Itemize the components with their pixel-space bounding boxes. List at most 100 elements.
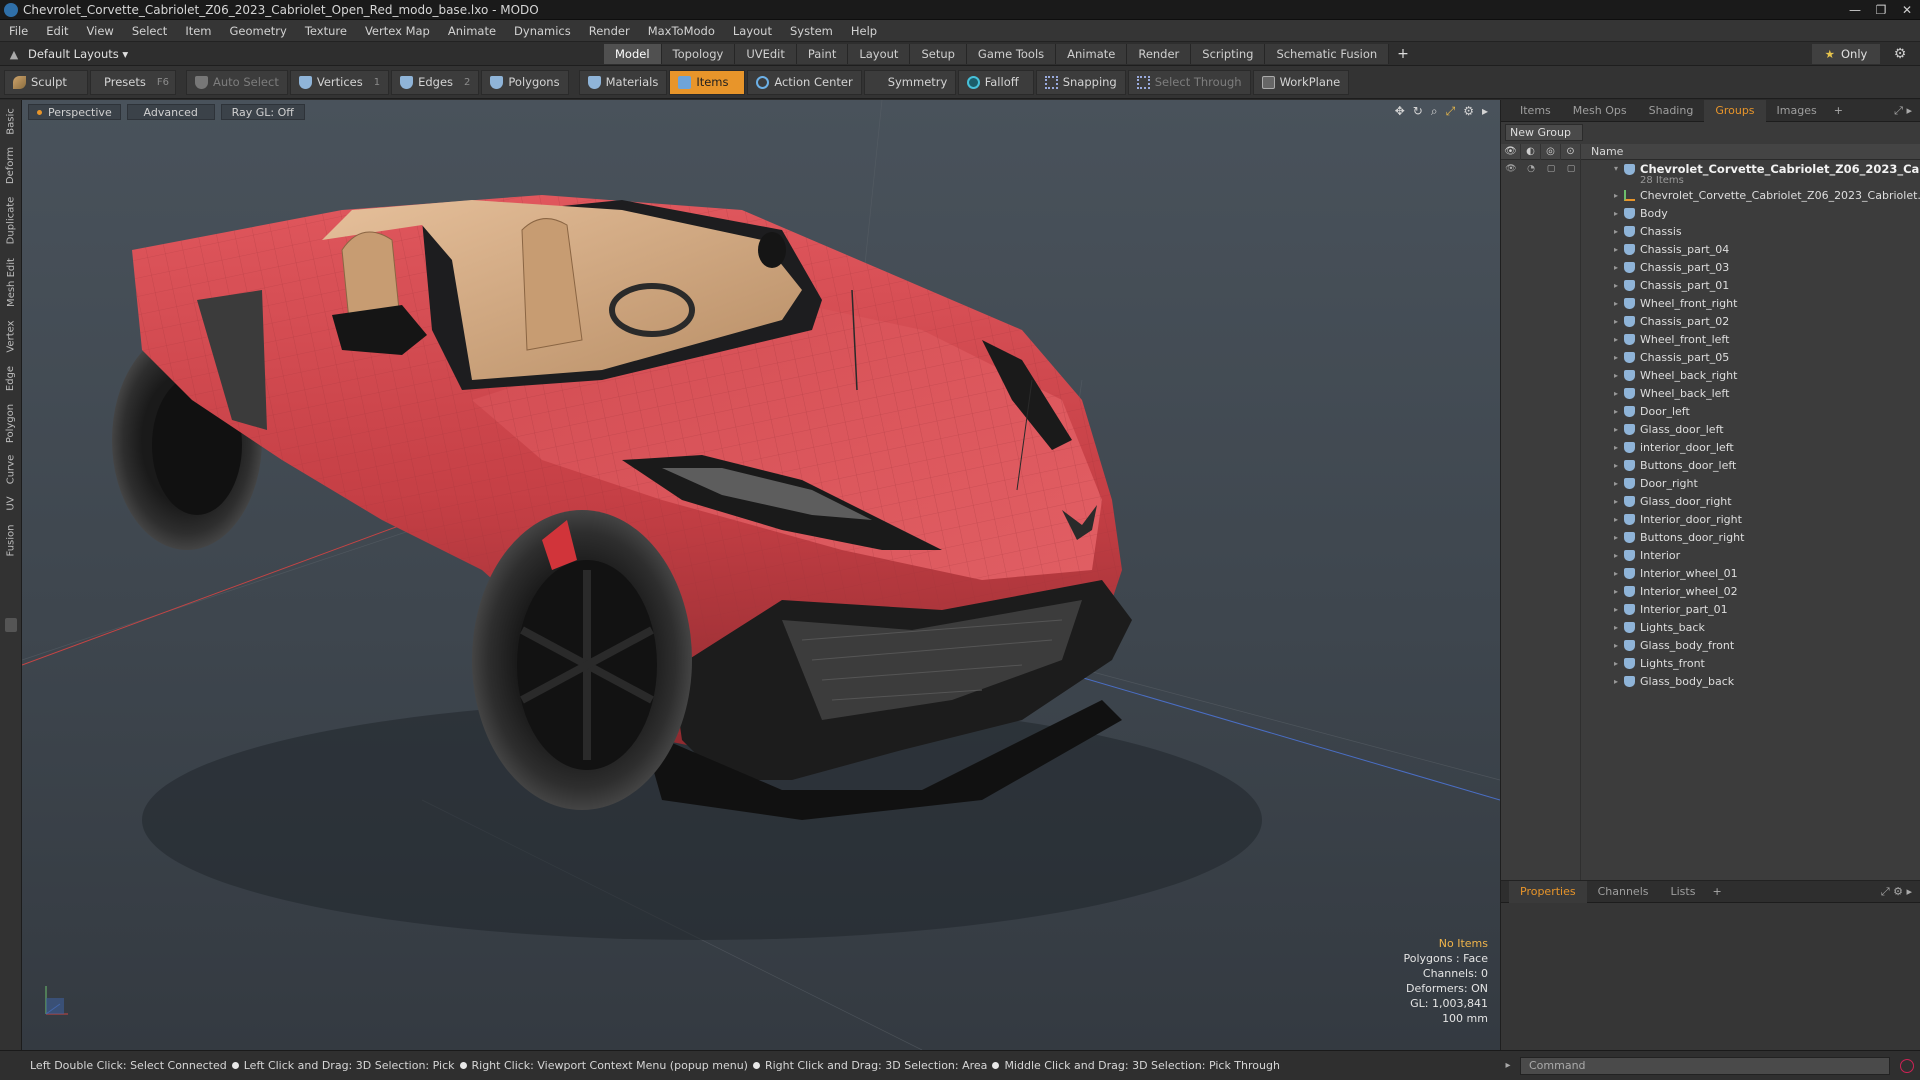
tab-uvedit[interactable]: UVEdit xyxy=(735,44,797,64)
tab-groups[interactable]: Groups xyxy=(1704,99,1766,122)
materials-button[interactable]: Materials xyxy=(578,69,668,95)
list-item[interactable]: ▸ Chassis_part_05 xyxy=(1501,348,1920,366)
list-item[interactable]: ▸ Interior_door_right xyxy=(1501,510,1920,528)
expand-icon[interactable]: ▸ xyxy=(1614,479,1618,488)
expand-icon[interactable]: ▸ xyxy=(1614,569,1618,578)
vtab-duplicate[interactable]: Duplicate xyxy=(3,192,19,248)
expand-icon[interactable]: ▸ xyxy=(1614,227,1618,236)
tab-schematic-fusion[interactable]: Schematic Fusion xyxy=(1265,44,1390,64)
menu-edit[interactable]: Edit xyxy=(37,24,77,38)
menu-texture[interactable]: Texture xyxy=(296,24,356,38)
view-mode-button[interactable]: Perspective xyxy=(28,104,121,120)
expand-icon[interactable]: ▸ xyxy=(1614,281,1618,290)
menu-geometry[interactable]: Geometry xyxy=(221,24,296,38)
expand-icon[interactable]: ▸ xyxy=(1614,209,1618,218)
menu-view[interactable]: View xyxy=(78,24,123,38)
list-item[interactable]: ▸ Glass_body_back xyxy=(1501,672,1920,690)
list-item[interactable]: ▸ Wheel_back_right xyxy=(1501,366,1920,384)
list-item[interactable]: ▸ Chassis_part_04 xyxy=(1501,240,1920,258)
expand-icon[interactable]: ▸ xyxy=(1614,371,1618,380)
expand-icon[interactable]: ▸ xyxy=(1614,425,1618,434)
list-item[interactable]: ▸ Wheel_front_left xyxy=(1501,330,1920,348)
expand-icon[interactable]: ▸ xyxy=(1614,461,1618,470)
list-item[interactable]: ▸ Glass_body_front xyxy=(1501,636,1920,654)
name-column-header[interactable]: Name xyxy=(1581,145,1623,158)
expand-icon[interactable]: ▸ xyxy=(1614,389,1618,398)
layout-selector[interactable]: Default Layouts ▾ xyxy=(28,47,128,61)
polygons-button[interactable]: Polygons xyxy=(481,69,569,95)
vtab-mesh-edit[interactable]: Mesh Edit xyxy=(3,254,19,310)
presets-button[interactable]: Presets F6 xyxy=(90,69,176,95)
menu-layout[interactable]: Layout xyxy=(724,24,781,38)
falloff-button[interactable]: Falloff xyxy=(957,69,1034,95)
properties-options-icon[interactable]: ⤢ ⚙ ▸ xyxy=(1881,885,1912,899)
tab-paint[interactable]: Paint xyxy=(796,44,849,64)
list-item[interactable]: ▸ Wheel_front_right xyxy=(1501,294,1920,312)
move-view-icon[interactable]: ✥ xyxy=(1395,104,1405,119)
list-item[interactable]: ▸ Interior_wheel_01 xyxy=(1501,564,1920,582)
list-item[interactable]: ▸ Buttons_door_left xyxy=(1501,456,1920,474)
tab-images[interactable]: Images xyxy=(1766,100,1828,122)
lock-column-icon[interactable]: ◎ xyxy=(1541,143,1561,160)
shading-mode-button[interactable]: Advanced xyxy=(126,104,215,120)
expand-icon[interactable]: ▸ xyxy=(1614,443,1618,452)
vtab-basic[interactable]: Basic xyxy=(3,104,19,138)
expand-icon[interactable]: ▸ xyxy=(1614,605,1618,614)
list-item[interactable]: ▸ Buttons_door_right xyxy=(1501,528,1920,546)
add-properties-tab-button[interactable]: + xyxy=(1706,881,1727,903)
add-panel-tab-button[interactable]: + xyxy=(1828,100,1849,122)
expand-icon[interactable]: ▸ xyxy=(1614,191,1618,200)
tab-animate[interactable]: Animate xyxy=(1056,44,1128,64)
command-input[interactable]: Command xyxy=(1520,1056,1890,1075)
action-center-button[interactable]: Action Center xyxy=(747,69,862,95)
list-item[interactable]: ▸ Glass_door_right xyxy=(1501,492,1920,510)
collapse-icon[interactable]: ▾ xyxy=(1614,164,1618,173)
expand-icon[interactable]: ▸ xyxy=(1614,533,1618,542)
expand-icon[interactable]: ▸ xyxy=(1614,677,1618,686)
tab-lists[interactable]: Lists xyxy=(1660,881,1707,903)
expand-icon[interactable]: ▸ xyxy=(1614,515,1618,524)
menu-vertex-map[interactable]: Vertex Map xyxy=(356,24,439,38)
list-item[interactable]: ▸ Door_left xyxy=(1501,402,1920,420)
tab-topology[interactable]: Topology xyxy=(661,44,736,64)
expand-icon[interactable]: ▸ xyxy=(1614,263,1618,272)
gear-icon[interactable]: ⚙ xyxy=(1890,44,1910,64)
command-history-icon[interactable]: ▸ xyxy=(1500,1060,1516,1071)
expand-icon[interactable]: ▸ xyxy=(1614,245,1618,254)
layout-pin-icon[interactable]: ▲ xyxy=(0,42,28,66)
tab-setup[interactable]: Setup xyxy=(910,44,967,64)
new-group-button[interactable]: New Group xyxy=(1505,124,1583,141)
list-item[interactable]: ▸ Lights_front xyxy=(1501,654,1920,672)
list-item[interactable]: ▸ Interior_part_01 xyxy=(1501,600,1920,618)
expand-icon[interactable]: ▸ xyxy=(1614,551,1618,560)
expand-icon[interactable]: ▸ xyxy=(1614,587,1618,596)
vtab-fusion[interactable]: Fusion xyxy=(3,520,19,560)
tab-scripting[interactable]: Scripting xyxy=(1191,44,1266,64)
items-button[interactable]: Items xyxy=(669,69,746,95)
vtab-uv[interactable]: UV xyxy=(3,492,19,514)
visibility-column-icon[interactable]: 👁 xyxy=(1501,143,1521,160)
render-column-icon[interactable]: ◐ xyxy=(1521,143,1541,160)
edges-button[interactable]: Edges 2 xyxy=(391,69,480,95)
menu-item[interactable]: Item xyxy=(176,24,220,38)
zoom-view-icon[interactable]: ⌕ xyxy=(1431,104,1438,119)
tab-model[interactable]: Model xyxy=(604,44,662,64)
group-row[interactable]: 👁 ◔ ▢ ▢ ▾ Chevrolet_Corvette_Cabriolet_Z06_… xyxy=(1501,160,1920,186)
tab-properties[interactable]: Properties xyxy=(1509,880,1587,903)
list-item[interactable]: ▸ Body xyxy=(1501,204,1920,222)
close-button[interactable]: ✕ xyxy=(1894,0,1920,20)
expand-icon[interactable]: ▸ xyxy=(1614,299,1618,308)
vertices-button[interactable]: Vertices 1 xyxy=(289,69,390,95)
menu-maxtomodo[interactable]: MaxToModo xyxy=(639,24,724,38)
command-clear-icon[interactable] xyxy=(1900,1058,1914,1073)
vtab-edge[interactable]: Edge xyxy=(3,362,19,394)
expand-icon[interactable]: ▸ xyxy=(1614,407,1618,416)
sculpt-button[interactable]: Sculpt xyxy=(4,69,88,95)
list-item[interactable]: ▸ Lights_back xyxy=(1501,618,1920,636)
expand-icon[interactable]: ▸ xyxy=(1614,641,1618,650)
expand-icon[interactable]: ▸ xyxy=(1614,623,1618,632)
list-item[interactable]: ▸ Chassis_part_01 xyxy=(1501,276,1920,294)
select-column-icon[interactable]: ⊙ xyxy=(1561,143,1581,160)
expand-panel-icon[interactable]: ⤢ ▸ xyxy=(1894,104,1912,118)
view-menu-icon[interactable]: ▸ xyxy=(1482,104,1488,119)
